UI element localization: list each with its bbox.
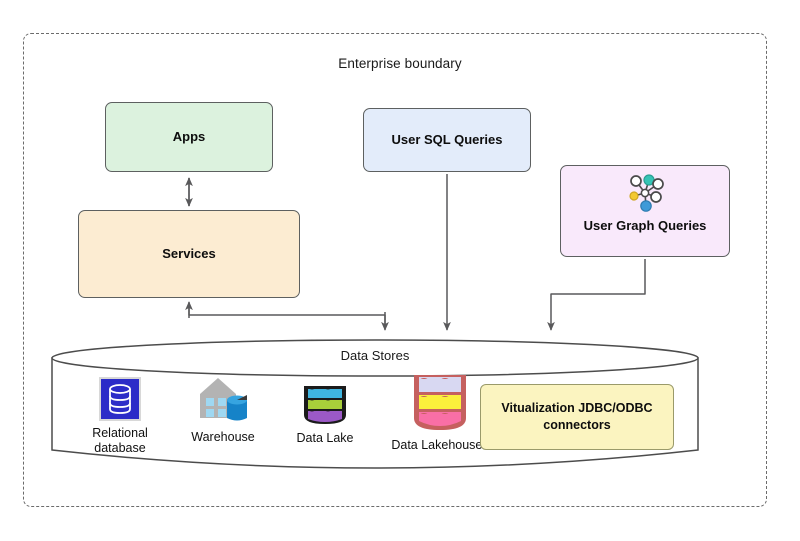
graph-network-icon (629, 174, 664, 212)
diagram-canvas: Enterprise boundary Apps Services User S… (0, 0, 800, 541)
data-stores-title: Data Stores (340, 348, 410, 363)
node-services[interactable]: Services (78, 210, 300, 298)
node-apps[interactable]: Apps (105, 102, 273, 172)
relational-database-icon (99, 377, 141, 421)
store-item-data-lakehouse-label: Data Lakehouses (391, 438, 489, 452)
store-item-warehouse[interactable]: Warehouse (180, 372, 266, 445)
data-lake-icon (304, 386, 346, 424)
node-user-graph-queries-label: User Graph Queries (583, 218, 707, 233)
virtualization-connectors-label: Vitualization JDBC/ODBC connectors (501, 401, 653, 432)
data-lakehouse-icon (413, 375, 466, 430)
store-item-relational-database[interactable]: Relational database (80, 376, 160, 456)
node-services-label: Services (162, 246, 216, 262)
node-user-graph-queries[interactable]: User Graph Queries (560, 165, 730, 257)
node-user-sql-queries-label: User SQL Queries (391, 132, 503, 148)
warehouse-icon (200, 378, 247, 421)
virtualization-connectors-box[interactable]: Vitualization JDBC/ODBC connectors (480, 384, 674, 450)
store-item-warehouse-label: Warehouse (191, 430, 255, 444)
enterprise-boundary-label: Enterprise boundary (338, 56, 462, 71)
store-item-relational-database-label: Relational database (92, 426, 148, 455)
node-apps-label: Apps (172, 129, 206, 145)
data-stores-cylinder[interactable]: Data Stores Relational database Warehous… (50, 336, 700, 472)
node-user-sql-queries[interactable]: User SQL Queries (363, 108, 531, 172)
